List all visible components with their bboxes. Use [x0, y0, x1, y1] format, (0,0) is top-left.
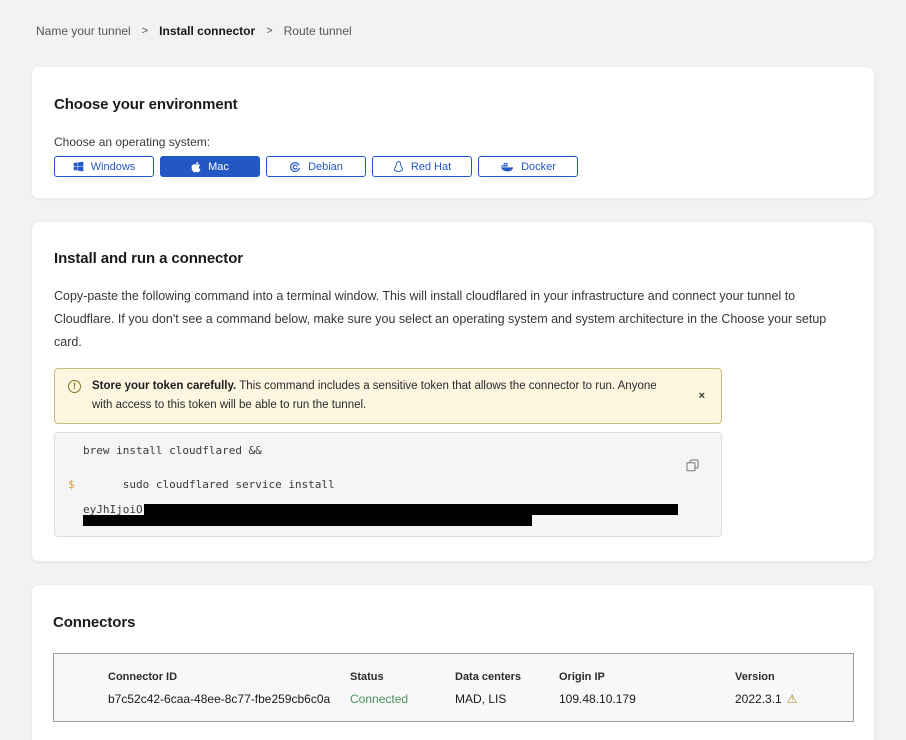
os-select-label: Choose an operating system:: [54, 135, 852, 149]
os-button-label: Mac: [208, 161, 229, 173]
environment-card-title: Choose your environment: [54, 96, 852, 113]
connectors-table: Connector ID Status Data centers Origin …: [53, 653, 854, 722]
alert-circle-icon: !: [68, 380, 81, 393]
copy-icon[interactable]: [686, 459, 699, 472]
col-header-status: Status: [350, 671, 455, 683]
install-command-codeblock: brew install cloudflared && $ sudo cloudf…: [54, 432, 722, 537]
os-button-label: Red Hat: [411, 161, 451, 173]
shell-prompt: $: [68, 478, 75, 491]
connector-id-cell: b7c52c42-6caa-48ee-8c77-fbe259cb6c0a: [108, 692, 350, 706]
redacted-token-bar: [83, 515, 532, 526]
col-header-data-centers: Data centers: [455, 671, 559, 683]
command-line-brew: brew install cloudflared &&: [55, 444, 721, 457]
os-button-debian[interactable]: Debian: [266, 156, 366, 177]
command-line-token: eyJhIjoiO: [55, 504, 721, 515]
table-row: b7c52c42-6caa-48ee-8c77-fbe259cb6c0a Con…: [108, 692, 853, 706]
breadcrumb-separator: >: [142, 25, 148, 37]
install-connector-card: Install and run a connector Copy-paste t…: [31, 221, 875, 562]
origin-ip-cell: 109.48.10.179: [559, 692, 735, 706]
install-description: Copy-paste the following command into a …: [54, 285, 852, 354]
connectors-card-title: Connectors: [53, 614, 853, 631]
breadcrumb-step-name-your-tunnel[interactable]: Name your tunnel: [36, 24, 131, 38]
table-header-row: Connector ID Status Data centers Origin …: [108, 671, 853, 683]
windows-logo-icon: [73, 161, 84, 172]
choose-environment-card: Choose your environment Choose an operat…: [31, 66, 875, 199]
breadcrumb-separator: >: [266, 25, 272, 37]
debian-swirl-icon: [289, 161, 301, 173]
col-header-version: Version: [735, 671, 853, 683]
breadcrumb-step-install-connector[interactable]: Install connector: [159, 24, 255, 38]
install-card-title: Install and run a connector: [54, 250, 852, 267]
os-button-label: Docker: [521, 161, 556, 173]
version-cell: 2022.3.1 ⚠: [735, 692, 853, 706]
redacted-token-bar: [144, 504, 678, 515]
version-value: 2022.3.1: [735, 692, 782, 706]
warning-title: Store your token carefully.: [92, 380, 236, 392]
os-button-windows[interactable]: Windows: [54, 156, 154, 177]
close-icon[interactable]: ×: [697, 388, 707, 404]
token-prefix: eyJhIjoiO: [83, 504, 143, 515]
apple-logo-icon: [191, 161, 201, 173]
col-header-connector-id: Connector ID: [108, 671, 350, 683]
os-button-label: Windows: [91, 161, 136, 173]
os-button-group: Windows Mac Debian Red Hat Docker: [54, 156, 852, 177]
os-button-redhat[interactable]: Red Hat: [372, 156, 472, 177]
connectors-card: Connectors Connector ID Status Data cent…: [31, 584, 875, 740]
docker-whale-icon: [500, 161, 514, 172]
command-line-service-install: $ sudo cloudflared service install: [55, 465, 721, 504]
command-text: sudo cloudflared service install: [123, 478, 335, 491]
os-button-label: Debian: [308, 161, 343, 173]
os-button-docker[interactable]: Docker: [478, 156, 578, 177]
status-badge: Connected: [350, 692, 455, 706]
breadcrumb: Name your tunnel > Install connector > R…: [0, 0, 906, 38]
data-centers-cell: MAD, LIS: [455, 692, 559, 706]
linux-penguin-icon: [393, 160, 404, 173]
warning-text: Store your token carefully. This command…: [92, 377, 657, 415]
col-header-origin-ip: Origin IP: [559, 671, 735, 683]
breadcrumb-step-route-tunnel[interactable]: Route tunnel: [284, 24, 352, 38]
os-button-mac[interactable]: Mac: [160, 156, 260, 177]
warning-triangle-icon: ⚠: [787, 693, 798, 705]
token-warning-banner: ! Store your token carefully. This comma…: [54, 368, 722, 424]
